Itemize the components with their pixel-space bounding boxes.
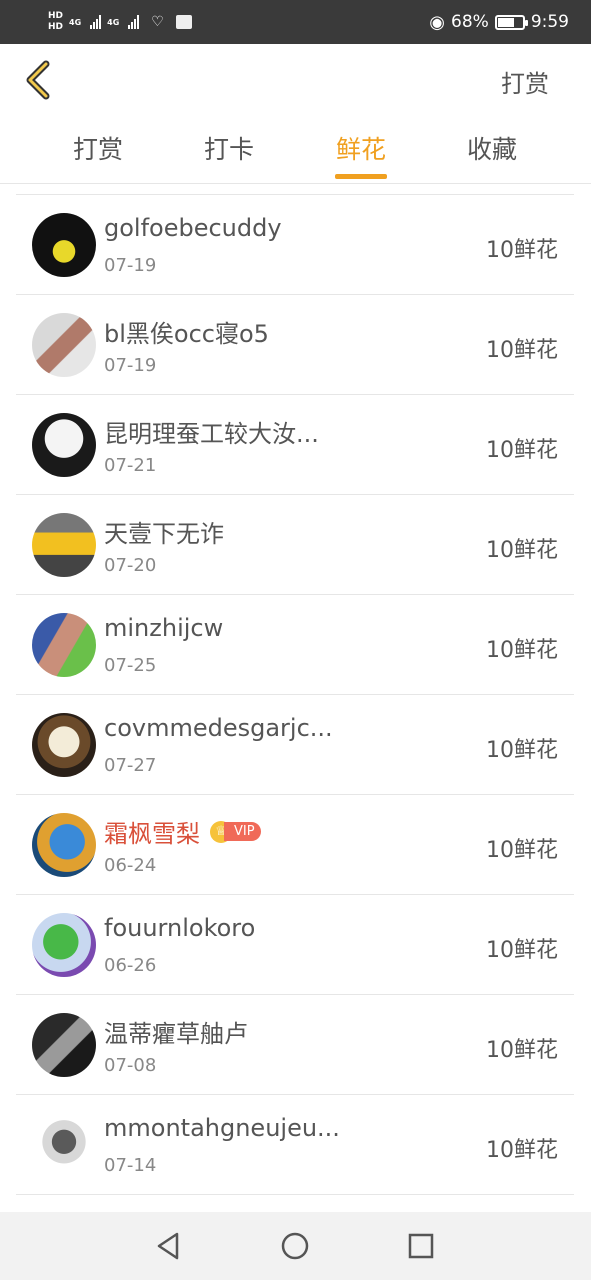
circle-home-icon [281,1232,309,1260]
avatar [32,613,96,677]
name-line: golfoebecuddy [104,214,282,242]
user-name: 霜枫雪梨 [104,820,200,848]
nav-recents-button[interactable] [405,1230,437,1262]
date: 06-26 [104,955,157,976]
flower-list: golfoebecuddy 07-19 10鲜花 bl黑俟occ寝o5 07-1… [16,194,574,1212]
battery-icon [494,14,528,30]
back-button[interactable] [20,58,60,102]
flower-amount: 10鲜花 [486,1038,558,1063]
signal-icon [90,15,102,29]
list-item[interactable]: 昆明理蚕工较大汝... 07-21 10鲜花 [16,395,574,495]
list-item[interactable]: mmontahgneujeu... 07-14 10鲜花 [16,1095,574,1195]
flower-amount: 10鲜花 [486,238,558,263]
name-line: 天壹下无诈 [104,514,224,549]
flower-amount: 10鲜花 [486,738,558,763]
flower-amount: 10鲜花 [486,638,558,663]
status-bar: HD HD 4G 4G ♡ ◉ 68% 9:59 [0,0,591,44]
list-item[interactable]: covmmedesgarjc... 07-27 10鲜花 [16,695,574,795]
avatar [32,313,96,377]
list-item[interactable]: fouurnlokoro 06-26 10鲜花 [16,895,574,995]
date: 07-27 [104,755,157,776]
app-header: 打赏 [0,44,591,116]
flower-amount: 10鲜花 [486,938,558,963]
list-item[interactable]: bl黑俟occ寝o5 07-19 10鲜花 [16,295,574,395]
active-tab-indicator [335,174,387,179]
tab-bar: 打赏 打卡 鲜花 收藏 [0,116,591,184]
avatar [32,913,96,977]
list-item[interactable]: golfoebecuddy 07-19 10鲜花 [16,195,574,295]
clock: 9:59 [530,12,569,32]
name-line: 温蒂癯草舳卢 [104,1014,248,1049]
tab-reward[interactable]: 打赏 [58,130,138,166]
avatar [32,513,96,577]
avatar [32,1013,96,1077]
flower-amount: 10鲜花 [486,338,558,363]
name-line: minzhijcw [104,614,223,642]
status-left: HD HD 4G 4G ♡ [48,11,192,33]
date: 07-19 [104,255,157,276]
user-name: 昆明理蚕工较大汝... [104,420,319,448]
avatar [32,813,96,877]
date: 07-21 [104,455,157,476]
name-line: mmontahgneujeu... [104,1114,340,1142]
status-right: ◉ 68% 9:59 [429,12,569,33]
list-item[interactable] [16,1195,574,1212]
user-name: covmmedesgarjc... [104,714,333,742]
name-line: 霜枫雪梨 ♕ VIP [104,814,261,849]
user-name: golfoebecuddy [104,214,282,242]
eye-icon: ◉ [429,11,446,33]
flower-amount: 10鲜花 [486,438,558,463]
user-name: minzhijcw [104,614,224,642]
avatar [32,1113,96,1177]
tab-checkin[interactable]: 打卡 [189,130,269,166]
avatar [32,413,96,477]
list-item[interactable]: 天壹下无诈 07-20 10鲜花 [16,495,574,595]
name-line: bl黑俟occ寝o5 [104,314,269,349]
system-nav-bar [0,1212,591,1280]
list-item[interactable]: 温蒂癯草舳卢 07-08 10鲜花 [16,995,574,1095]
user-name: 天壹下无诈 [104,520,224,548]
avatar [32,713,96,777]
list-item[interactable]: minzhijcw 07-25 10鲜花 [16,595,574,695]
date: 06-24 [104,855,157,876]
date: 07-08 [104,1055,157,1076]
name-line: covmmedesgarjc... [104,714,333,742]
shield-icon: ♡ [151,14,164,30]
tab-flowers[interactable]: 鲜花 [321,130,401,166]
tab-favorites[interactable]: 收藏 [452,130,532,166]
network-4g-icon: 4G [107,17,120,27]
flower-amount: 10鲜花 [486,838,558,863]
name-line: 昆明理蚕工较大汝... [104,414,319,449]
vip-label: VIP [224,822,261,841]
triangle-back-icon [157,1232,179,1260]
chevron-left-icon [26,60,50,100]
battery-fill [497,17,515,27]
nav-home-button[interactable] [279,1230,311,1262]
network-4g-icon: 4G [69,17,82,27]
user-name: 温蒂癯草舳卢 [104,1020,248,1048]
date: 07-20 [104,555,157,576]
user-name: mmontahgneujeu... [104,1114,340,1142]
list-item[interactable]: 霜枫雪梨 ♕ VIP 06-24 10鲜花 [16,795,574,895]
flower-amount: 10鲜花 [486,1138,558,1163]
reward-action-button[interactable]: 打赏 [501,64,549,99]
date: 07-14 [104,1155,157,1176]
name-line: fouurnlokoro [104,914,255,942]
user-name: fouurnlokoro [104,914,256,942]
battery-percent: 68% [451,12,489,32]
signal-icon [128,15,140,29]
user-name: bl黑俟occ寝o5 [104,320,269,348]
square-recents-icon [408,1233,434,1259]
vip-badge: ♕ VIP [210,820,261,843]
avatar [32,213,96,277]
date: 07-19 [104,355,157,376]
nav-back-button[interactable] [153,1230,185,1262]
flower-amount: 10鲜花 [486,538,558,563]
app-notification-icon [175,15,192,29]
date: 07-25 [104,655,157,676]
hd-icon: HD HD [48,11,64,32]
